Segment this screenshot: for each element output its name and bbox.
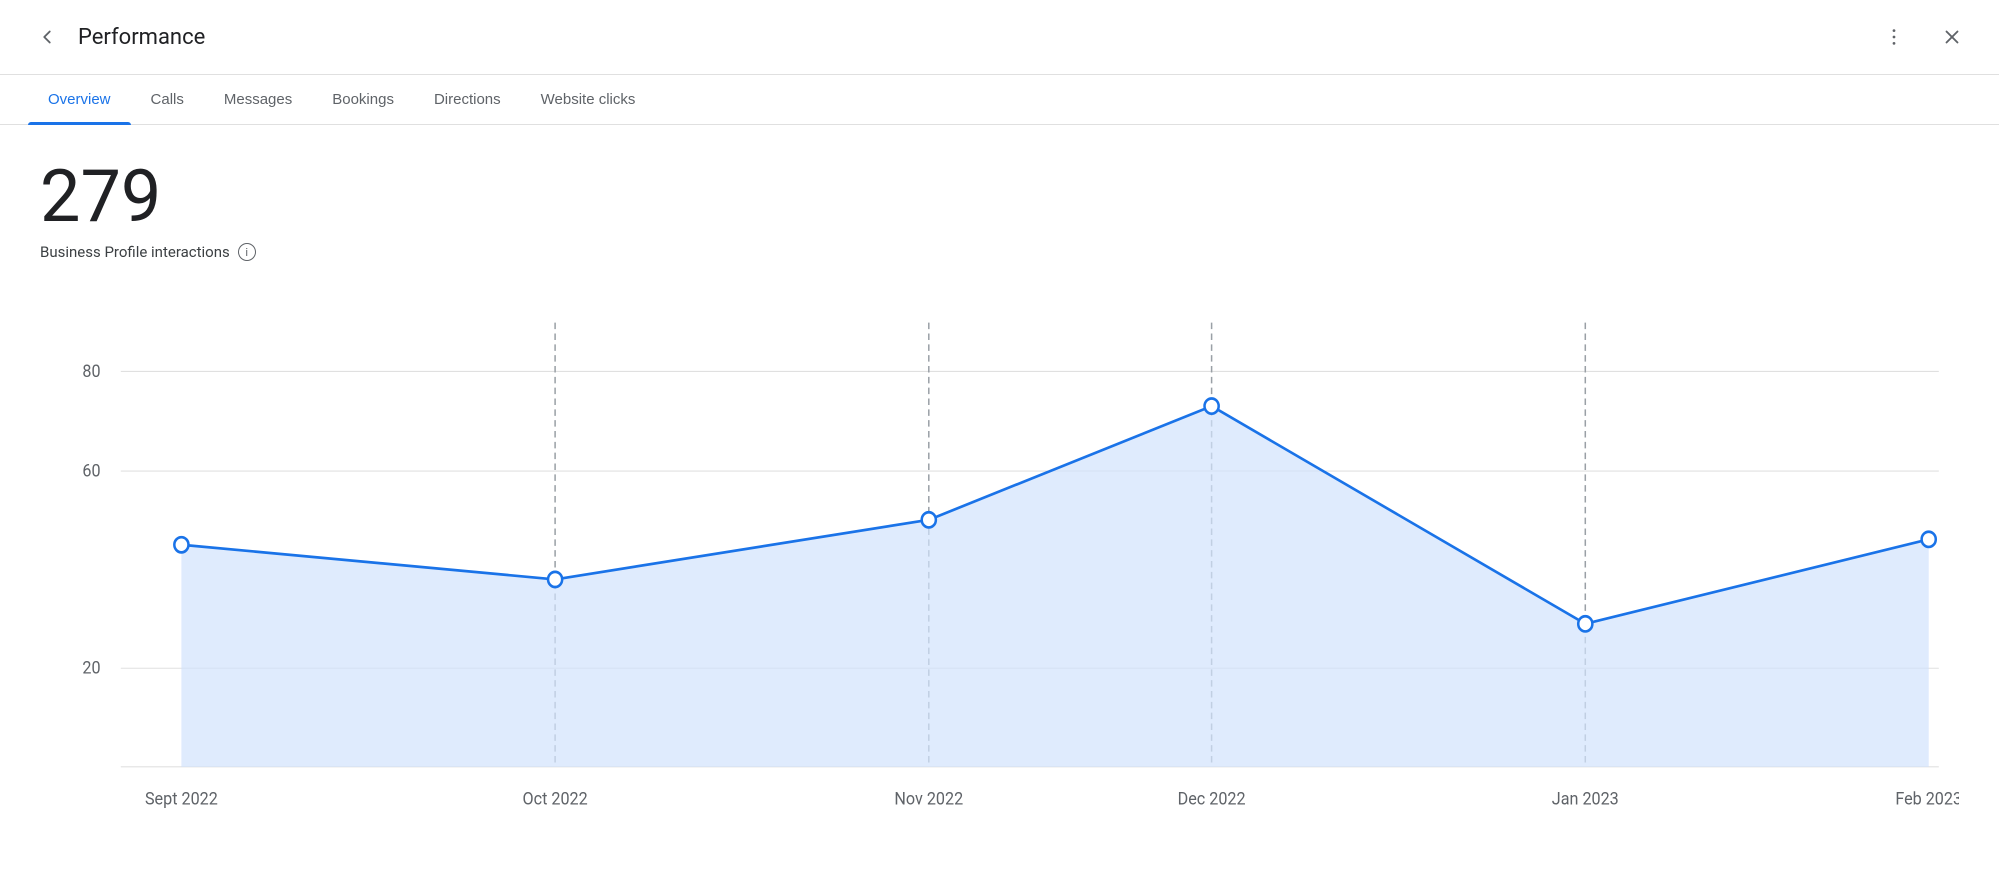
svg-text:60: 60	[82, 461, 100, 482]
tab-overview[interactable]: Overview	[28, 75, 131, 124]
close-button[interactable]	[1933, 18, 1971, 56]
x-label-dec: Dec 2022	[1178, 789, 1246, 810]
metric-label: Business Profile interactions i	[40, 243, 1959, 261]
x-label-jan: Jan 2023	[1552, 789, 1619, 810]
data-point-sept[interactable]	[174, 537, 188, 552]
performance-chart: 80 60 20	[40, 301, 1959, 821]
back-button[interactable]	[28, 18, 66, 56]
tab-website-clicks[interactable]: Website clicks	[521, 75, 656, 124]
tab-bar: Overview Calls Messages Bookings Directi…	[0, 75, 1999, 125]
svg-text:80: 80	[82, 361, 100, 382]
data-point-dec[interactable]	[1205, 399, 1219, 414]
x-label-nov: Nov 2022	[894, 789, 963, 810]
data-point-oct[interactable]	[548, 572, 562, 587]
x-label-oct: Oct 2022	[523, 789, 588, 810]
svg-text:20: 20	[82, 658, 100, 679]
main-content: 279 Business Profile interactions i 80 6…	[0, 125, 1999, 841]
tab-bookings[interactable]: Bookings	[312, 75, 414, 124]
x-label-feb: Feb 2023	[1895, 789, 1959, 810]
chart-container: 80 60 20	[40, 301, 1959, 821]
data-point-feb[interactable]	[1922, 532, 1936, 547]
more-options-button[interactable]	[1875, 18, 1913, 56]
tab-calls[interactable]: Calls	[131, 75, 204, 124]
tab-messages[interactable]: Messages	[204, 75, 312, 124]
x-label-sept: Sept 2022	[145, 789, 218, 810]
data-point-nov[interactable]	[922, 512, 936, 527]
metric-value: 279	[40, 161, 1959, 233]
header-actions	[1875, 18, 1971, 56]
data-point-jan[interactable]	[1578, 616, 1592, 631]
page-title: Performance	[78, 25, 1875, 50]
tab-directions[interactable]: Directions	[414, 75, 521, 124]
header: Performance	[0, 0, 1999, 75]
info-icon[interactable]: i	[238, 243, 256, 261]
